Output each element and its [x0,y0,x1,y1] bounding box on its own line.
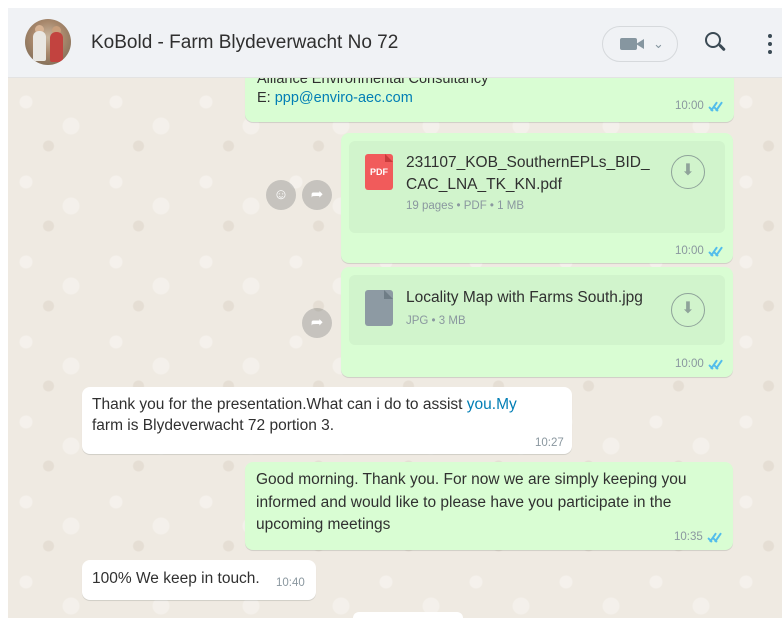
message-outgoing-file[interactable]: PDF 231107_KOB_SouthernEPLs_BID_ CAC_LNA_… [341,133,733,263]
message-time: 10:00 [675,358,704,370]
message-time: 10:35 [674,531,703,543]
emoji-reaction-icon[interactable]: ☺ [266,180,296,210]
download-icon[interactable]: ⬇ [671,293,705,327]
message-text: 100% We keep in touch. [92,570,260,587]
file-attachment[interactable]: PDF 231107_KOB_SouthernEPLs_BID_ CAC_LNA_… [349,141,725,233]
message-time: 10:00 [675,100,704,112]
message-outgoing[interactable]: Good morning. Thank you. For now we are … [245,462,733,550]
message-time: 10:00 [675,245,704,257]
chat-title[interactable]: KoBold - Farm Blydeverwacht No 72 [91,32,398,54]
file-name: Locality Map with Farms South.jpg [406,289,643,306]
video-call-button[interactable]: ⌄ [602,26,678,62]
group-avatar[interactable] [25,19,71,65]
message-text: E: ppp@enviro-aec.com [257,90,413,106]
read-receipt-icon [708,359,725,370]
more-vertical-icon[interactable] [765,32,775,56]
message-text: Good morning. Thank you. For now we are … [256,471,687,488]
message-text: Thank you for the presentation.What can … [92,396,517,413]
read-receipt-icon [707,532,724,543]
email-link[interactable]: ppp@enviro-aec.com [275,90,413,106]
search-icon[interactable] [701,28,729,56]
file-name: 231107_KOB_SouthernEPLs_BID_ CAC_LNA_TK_K… [406,154,650,193]
message-time: 10:27 [535,437,564,449]
chevron-down-icon: ⌄ [653,36,664,51]
download-icon[interactable]: ⬇ [671,155,705,189]
read-receipt-icon [708,246,725,257]
message-incoming[interactable]: Thank you for the presentation.What can … [82,387,572,454]
forward-icon[interactable]: ➦ [302,308,332,338]
chat-header: KoBold - Farm Blydeverwacht No 72 ⌄ [8,8,782,78]
file-attachment[interactable]: Locality Map with Farms South.jpg JPG • … [349,275,725,345]
whatsapp-chat-window: KoBold - Farm Blydeverwacht No 72 ⌄ Alli… [8,8,782,618]
message-list[interactable]: Alliance Environmental Consultancy E: pp… [8,78,782,618]
read-receipt-icon [708,101,725,112]
message-text: upcoming meetings [256,516,391,533]
inline-link[interactable]: you.My [467,396,517,413]
message-text: informed and would like to please have y… [256,494,672,511]
pdf-file-icon: PDF [365,154,393,190]
image-file-icon [365,290,393,326]
forward-icon[interactable]: ➦ [302,180,332,210]
message-time: 10:40 [276,577,305,589]
message-text: farm is Blydeverwacht 72 portion 3. [92,417,335,434]
scroll-down-pill[interactable] [353,612,463,618]
file-meta: JPG • 3 MB [406,315,466,327]
message-incoming[interactable]: 100% We keep in touch. 10:40 [82,560,316,600]
video-camera-icon [620,38,637,50]
message-outgoing[interactable]: Alliance Environmental Consultancy E: pp… [245,78,734,122]
file-meta: 19 pages • PDF • 1 MB [406,200,524,212]
message-outgoing-file[interactable]: Locality Map with Farms South.jpg JPG • … [341,267,733,377]
